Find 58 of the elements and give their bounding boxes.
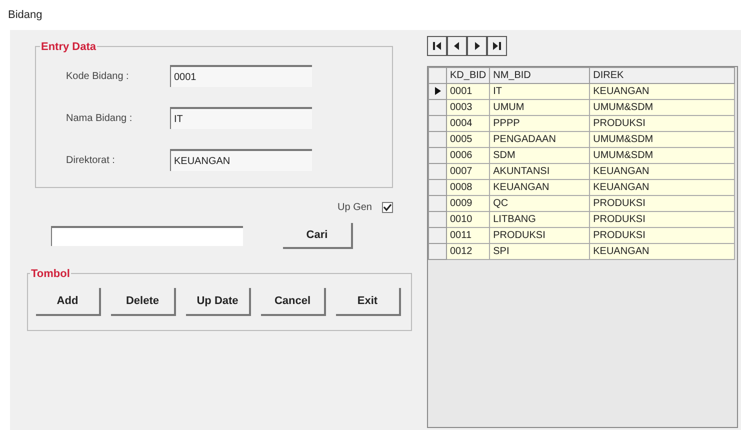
table-cell: KEUANGAN bbox=[590, 164, 735, 180]
field-label: Direktorat : bbox=[66, 154, 116, 168]
action-button[interactable]: Exit bbox=[336, 288, 401, 316]
field-label: Nama Bidang : bbox=[66, 112, 134, 126]
table-cell: IT bbox=[490, 84, 590, 100]
table-cell: 0004 bbox=[446, 116, 490, 132]
window-title: Bidang bbox=[8, 8, 42, 23]
table-cell: KEUANGAN bbox=[490, 180, 590, 196]
action-button[interactable]: Delete bbox=[111, 288, 176, 316]
table-cell: SDM bbox=[490, 148, 590, 164]
row-indicator[interactable] bbox=[428, 84, 446, 100]
column-header: DIREK bbox=[590, 68, 735, 84]
table-cell: UMUM&SDM bbox=[590, 132, 735, 148]
action-button[interactable]: Up Date bbox=[186, 288, 251, 316]
column-header: KD_BID bbox=[446, 68, 490, 84]
checkbox-label: Up Gen bbox=[338, 201, 372, 215]
search-button[interactable]: Cari bbox=[283, 223, 353, 249]
column-header: NM_BID bbox=[490, 68, 590, 84]
table-cell: QC bbox=[490, 196, 590, 212]
table-cell: 0012 bbox=[446, 244, 490, 260]
table-cell: AKUNTANSI bbox=[490, 164, 590, 180]
table-cell: UMUM&SDM bbox=[590, 148, 735, 164]
table-cell: UMUM&SDM bbox=[590, 100, 735, 116]
table-cell: KEUANGAN bbox=[590, 84, 735, 100]
table-cell: PPPP bbox=[490, 116, 590, 132]
table-cell: 0008 bbox=[446, 180, 490, 196]
table-cell: KEUANGAN bbox=[590, 180, 735, 196]
text-field[interactable]: KEUANGAN bbox=[170, 149, 312, 171]
text-field[interactable]: 0001 bbox=[170, 65, 312, 87]
table-cell: PRODUKSI bbox=[590, 116, 735, 132]
table-cell: 0010 bbox=[446, 212, 490, 228]
text-field[interactable]: IT bbox=[170, 107, 312, 129]
previous-record-icon[interactable] bbox=[447, 36, 467, 56]
search-field[interactable] bbox=[51, 226, 243, 246]
table-cell: PRODUKSI bbox=[590, 196, 735, 212]
table-cell: 0007 bbox=[446, 164, 490, 180]
table-cell: LITBANG bbox=[490, 212, 590, 228]
table-cell: PRODUKSI bbox=[490, 228, 590, 244]
table-cell: 0005 bbox=[446, 132, 490, 148]
table-cell: 0006 bbox=[446, 148, 490, 164]
group-title: Entry Data bbox=[40, 39, 98, 56]
table-cell: PENGADAAN bbox=[490, 132, 590, 148]
table-cell: 0011 bbox=[446, 228, 490, 244]
first-record-icon[interactable] bbox=[427, 36, 447, 56]
last-record-icon[interactable] bbox=[487, 36, 507, 56]
table-cell: PRODUKSI bbox=[590, 228, 735, 244]
table-cell: KEUANGAN bbox=[590, 244, 735, 260]
table-cell: UMUM bbox=[490, 100, 590, 116]
table-cell: 0001 bbox=[446, 84, 490, 100]
table-cell: 0003 bbox=[446, 100, 490, 116]
table-cell: PRODUKSI bbox=[590, 212, 735, 228]
action-button[interactable]: Add bbox=[36, 288, 101, 316]
table-cell: SPI bbox=[490, 244, 590, 260]
field-label: Kode Bidang : bbox=[66, 70, 130, 84]
table-cell: 0009 bbox=[446, 196, 490, 212]
action-button[interactable]: Cancel bbox=[261, 288, 326, 316]
up-gen-checkbox[interactable] bbox=[382, 202, 393, 213]
next-record-icon[interactable] bbox=[467, 36, 487, 56]
